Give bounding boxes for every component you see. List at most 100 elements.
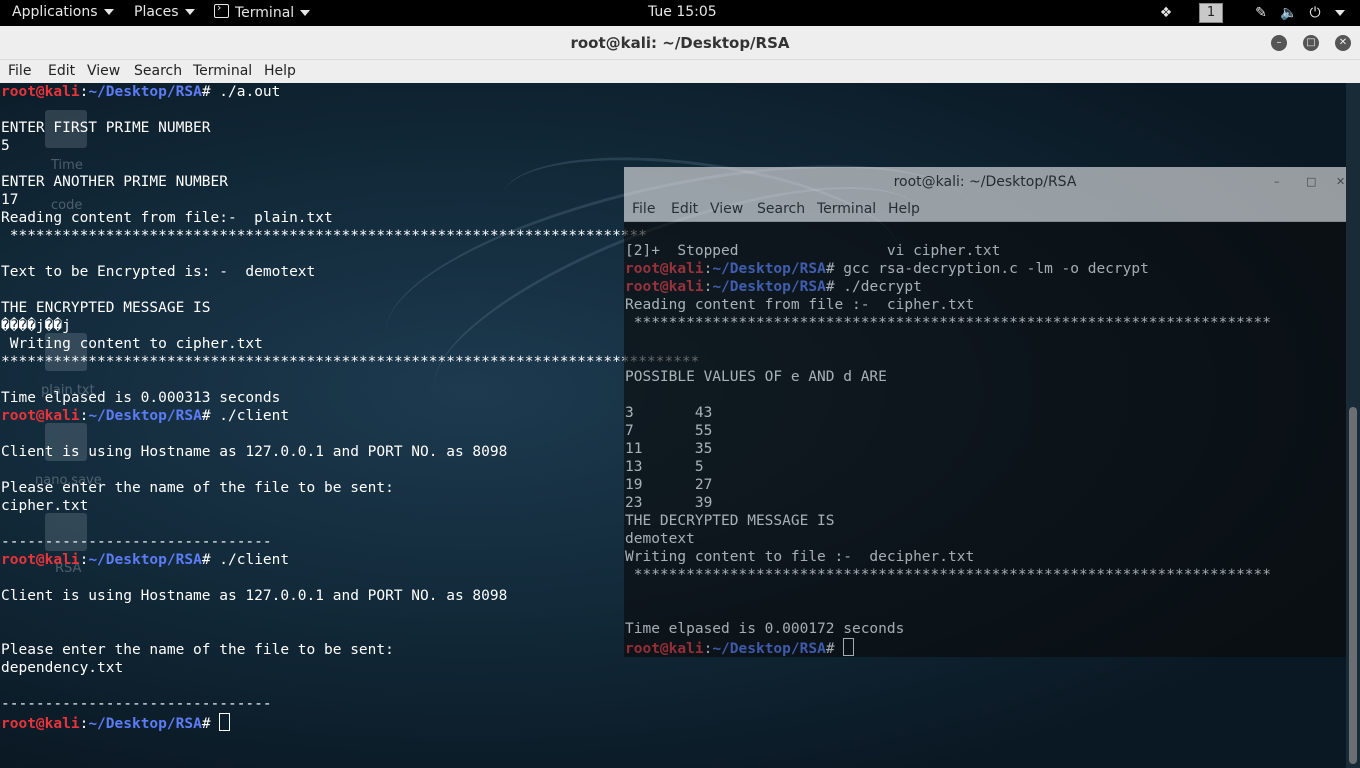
output-line: ENTER FIRST PRIME NUMBER [1, 119, 699, 137]
minimize-button[interactable]: – [1271, 35, 1287, 51]
output-line: 7 55 [625, 422, 1271, 440]
prompt-path: ~/Desktop/RSA [88, 408, 202, 424]
prompt-user: root@kali [1, 408, 80, 424]
output-text: 7 55 [625, 423, 713, 439]
volume-icon[interactable]: 🔈 [1280, 5, 1298, 21]
output-line: Client is using Hostname as 127.0.0.1 an… [1, 443, 699, 461]
menu-view[interactable]: View [87, 63, 120, 79]
background-terminal-output: [2]+ Stopped vi cipher.txt root@kali:~/De… [625, 242, 1271, 657]
prompt-symbol: # [825, 261, 844, 277]
prompt-separator: : [703, 279, 713, 295]
output-line: [2]+ Stopped vi cipher.txt [625, 242, 1271, 260]
prompt-line: root@kali:~/Desktop/RSA# ./client [1, 407, 699, 425]
output-line: 19 27 [625, 476, 1271, 494]
prompt-symbol: # [201, 408, 220, 424]
menu-edit[interactable]: Edit [671, 201, 698, 217]
output-text: Time elpased is 0.000172 seconds [625, 621, 905, 637]
prompt-user: root@kali [1, 552, 80, 568]
prompt-line: root@kali:~/Desktop/RSA# [625, 638, 1271, 657]
prompt-separator: : [79, 716, 89, 732]
output-line: 13 5 [625, 458, 1271, 476]
prompt-user: root@kali [1, 84, 80, 100]
places-label: Places [134, 4, 179, 20]
scrollbar-thumb[interactable] [1349, 407, 1357, 764]
output-line: Client is using Hostname as 127.0.0.1 an… [1, 587, 699, 605]
minimize-icon[interactable]: – [1274, 175, 1280, 188]
output-text: ------------------------------- [1, 534, 272, 550]
output-line: 3 43 [625, 404, 1271, 422]
menu-edit[interactable]: Edit [48, 63, 75, 79]
output-text: Time elpased is 0.000313 seconds [1, 390, 281, 406]
menu-help[interactable]: Help [888, 201, 920, 217]
command-text: ./a.out [219, 84, 281, 100]
menu-view[interactable]: View [710, 201, 743, 217]
menu-terminal[interactable]: Terminal [193, 63, 252, 79]
output-line: Time elpased is 0.000172 seconds [625, 620, 1271, 638]
output-line: demotext [625, 530, 1271, 548]
output-line: 5 [1, 137, 699, 155]
window-titlebar[interactable]: root@kali: ~/Desktop/RSA – □ ✕ [0, 26, 1360, 60]
prompt-symbol: # [825, 279, 844, 295]
output-text: Writing content to cipher.txt [1, 336, 263, 352]
menu-search[interactable]: Search [757, 201, 805, 217]
background-terminal-window[interactable]: root@kali: ~/Desktop/RSA – □ ✕ File Edit… [624, 167, 1346, 657]
terminal-app-menu[interactable]: Terminal [214, 1, 311, 21]
command-text: ./client [219, 408, 290, 424]
background-menu-bar: File Edit View Search Terminal Help [624, 197, 1346, 222]
output-text: Please enter the name of the file to be … [1, 480, 394, 496]
clock[interactable]: Tue 15:05 [648, 4, 717, 20]
prompt-symbol: # [825, 641, 844, 657]
chevron-down-icon [300, 10, 311, 16]
vertical-scrollbar[interactable] [1346, 83, 1360, 768]
text-cursor [219, 713, 231, 731]
text-cursor [843, 638, 855, 656]
output-line: Text to be Encrypted is: - demotext [1, 263, 699, 281]
output-text: Please enter the name of the file to be … [1, 642, 394, 658]
output-line: ****************************************… [1, 353, 699, 371]
menu-help[interactable]: Help [264, 63, 296, 79]
prompt-path: ~/Desktop/RSA [712, 641, 826, 657]
pen-icon[interactable]: ✎ [1252, 5, 1270, 21]
maximize-button[interactable]: □ [1303, 35, 1319, 51]
menu-search[interactable]: Search [134, 63, 182, 79]
output-text: 17 [1, 192, 19, 208]
output-text: dependency.txt [1, 660, 124, 676]
command-text: ./decrypt [843, 279, 922, 295]
menu-terminal[interactable]: Terminal [817, 201, 876, 217]
accessibility-icon[interactable]: ❖ [1157, 5, 1175, 21]
output-text: POSSIBLE VALUES OF e AND d ARE [625, 369, 887, 385]
prompt-user: root@kali [1, 716, 80, 732]
prompt-line: root@kali:~/Desktop/RSA# ./client [1, 551, 699, 569]
applications-menu[interactable]: Applications [12, 4, 114, 20]
prompt-separator: : [79, 552, 89, 568]
output-text: Client is using Hostname as 127.0.0.1 an… [1, 588, 508, 604]
output-text: ����j��j [1, 318, 71, 334]
background-window-titlebar[interactable]: root@kali: ~/Desktop/RSA – □ ✕ [624, 167, 1346, 197]
power-icon[interactable]: ⏻ [1306, 5, 1324, 21]
output-text: [2]+ Stopped vi cipher.txt [625, 243, 1001, 259]
maximize-icon[interactable]: □ [1306, 175, 1316, 188]
output-text: ****************************************… [1, 228, 648, 244]
output-text: 5 [1, 138, 10, 154]
workspace-indicator[interactable]: 1 [1199, 3, 1223, 23]
close-button[interactable]: ✕ [1335, 35, 1351, 51]
close-icon[interactable]: ✕ [1336, 175, 1345, 188]
system-menu-chevron-icon[interactable] [1331, 5, 1349, 21]
prompt-line: root@kali:~/Desktop/RSA# gcc rsa-decrypt… [625, 260, 1271, 278]
prompt-line: root@kali:~/Desktop/RSA# ./a.out [1, 83, 699, 101]
terminal-output: root@kali:~/Desktop/RSA# ./a.out ENTER FI… [1, 83, 699, 732]
menu-file[interactable]: File [632, 201, 655, 217]
output-text: 11 35 [625, 441, 713, 457]
output-text: 3 43 [625, 405, 713, 421]
prompt-symbol: # [201, 716, 220, 732]
places-menu[interactable]: Places [134, 4, 195, 20]
menu-file[interactable]: File [8, 63, 31, 79]
menu-bar: File Edit View Search Terminal Help [0, 60, 1360, 84]
